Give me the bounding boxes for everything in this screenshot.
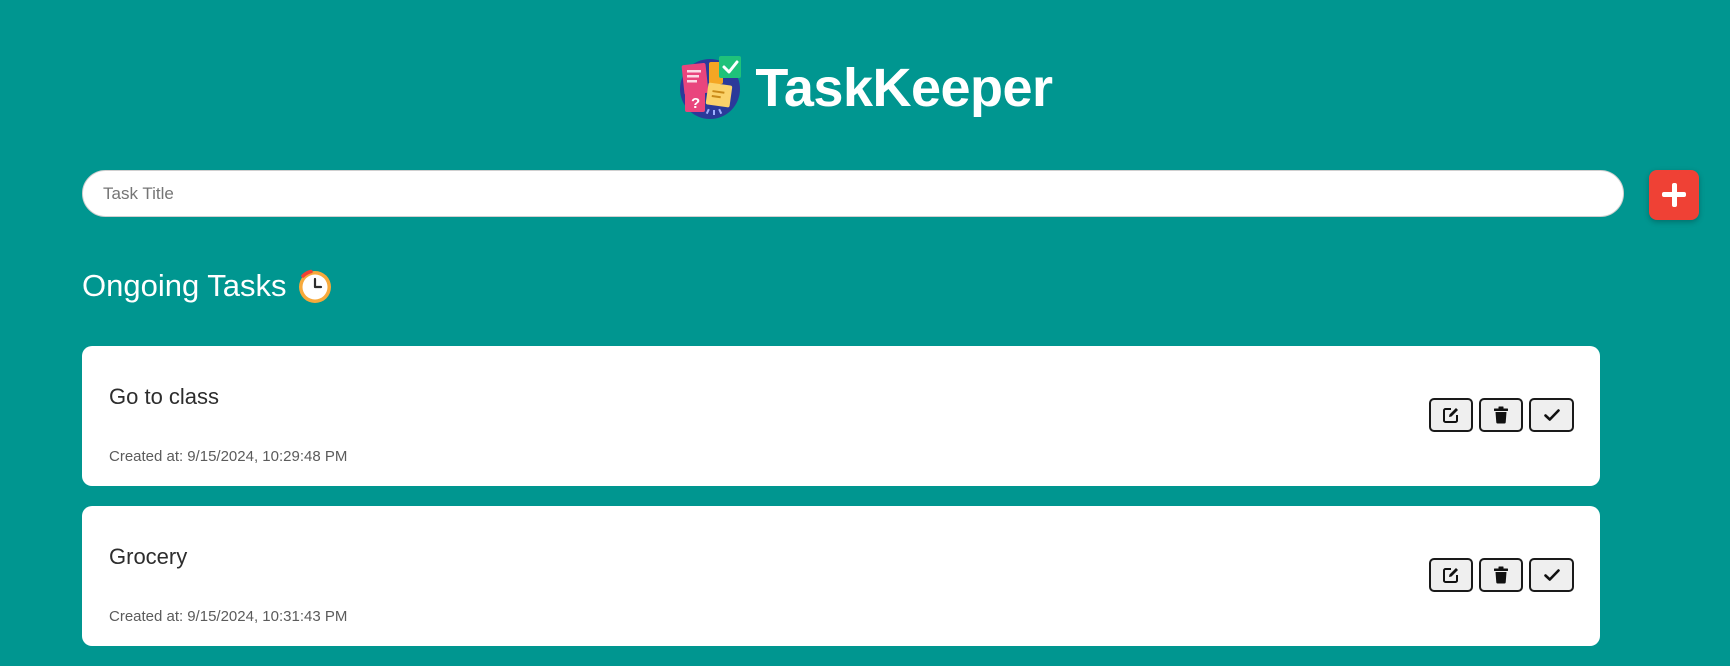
delete-task-button[interactable] [1479, 558, 1523, 592]
trash-icon [1494, 566, 1508, 584]
task-created-at: Created at: 9/15/2024, 10:29:48 PM [109, 448, 347, 465]
edit-task-button[interactable] [1429, 558, 1473, 592]
task-title: Grocery [109, 544, 188, 569]
edit-task-button[interactable] [1429, 398, 1473, 432]
task-card: Go to class Created at: 9/15/2024, 10:29:… [82, 346, 1600, 486]
section-title-text: Ongoing Tasks [82, 268, 287, 303]
ongoing-tasks-heading: Ongoing Tasks [82, 264, 333, 308]
svg-text:?: ? [691, 95, 700, 112]
sticky-notes-logo-icon: ? [680, 56, 742, 119]
task-title: Go to class [109, 384, 220, 409]
edit-icon [1443, 568, 1458, 583]
check-icon [1543, 569, 1560, 581]
task-title-input[interactable] [82, 170, 1624, 217]
delete-task-button[interactable] [1479, 398, 1523, 432]
created-value: 9/15/2024, 10:31:43 PM [187, 608, 348, 625]
task-actions [1429, 558, 1574, 592]
complete-task-button[interactable] [1529, 558, 1574, 592]
check-icon [1543, 409, 1560, 421]
created-label: Created at: [109, 608, 184, 625]
created-value: 9/15/2024, 10:29:48 PM [187, 448, 348, 465]
task-card: Grocery Created at: 9/15/2024, 10:31:43 P… [82, 506, 1600, 646]
stopwatch-icon [298, 269, 331, 303]
created-label: Created at: [109, 448, 184, 465]
app-title: TaskKeeper [755, 58, 1053, 118]
task-actions [1429, 398, 1574, 432]
app-header: ? TaskKeeper [0, 52, 1730, 122]
add-task-button[interactable] [1649, 170, 1699, 220]
trash-icon [1494, 406, 1508, 424]
task-created-at: Created at: 9/15/2024, 10:31:43 PM [109, 608, 347, 625]
complete-task-button[interactable] [1529, 398, 1574, 432]
edit-icon [1443, 408, 1458, 423]
